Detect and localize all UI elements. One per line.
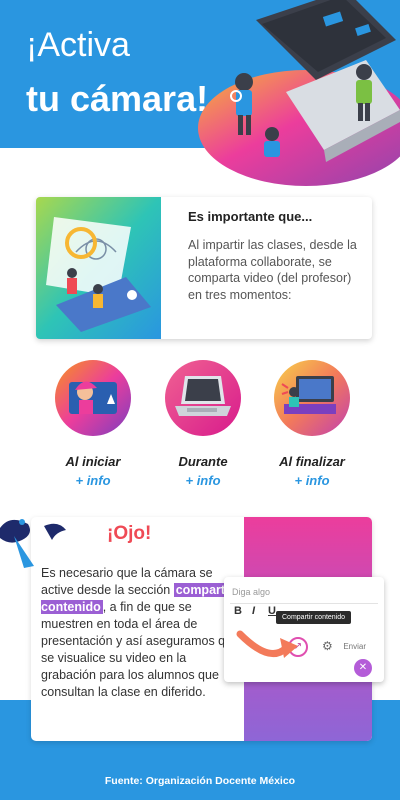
- warning-text-end: , a fin de que se muestren en toda el ár…: [41, 600, 240, 699]
- moment-end: Al finalizar + info: [267, 360, 357, 488]
- warning-title: ¡Ojo!: [107, 523, 152, 544]
- warning-text: Es necesario que la cámara se active des…: [41, 565, 241, 701]
- underline-button[interactable]: U: [268, 605, 276, 617]
- hero-laptop-illustration: [198, 0, 400, 186]
- title-line-1: ¡Activa: [26, 26, 130, 64]
- infographic-page: ¡Activa tu cámara! Es importante que... …: [0, 0, 400, 800]
- close-icon[interactable]: ✕: [354, 659, 372, 677]
- moment-start: Al iniciar + info: [48, 360, 138, 488]
- editor-divider: [230, 603, 378, 604]
- moment-label: Al iniciar: [65, 454, 121, 469]
- intro-heading: Es importante que...: [188, 209, 313, 224]
- more-info-link[interactable]: + info: [48, 473, 138, 488]
- message-input[interactable]: Diga algo: [232, 587, 270, 597]
- finish-icon: [274, 360, 350, 436]
- laptop-icon: [165, 360, 241, 436]
- bold-button[interactable]: B: [234, 605, 242, 617]
- send-button[interactable]: Enviar: [343, 642, 366, 651]
- meeting-illustration: [36, 197, 161, 339]
- more-info-link[interactable]: + info: [158, 473, 248, 488]
- source-footer: Fuente: Organización Docente México: [104, 775, 296, 787]
- moment-during: Durante + info: [158, 360, 248, 488]
- intro-card: Es importante que... Al impartir las cla…: [36, 197, 372, 339]
- teacher-camera-icon: [55, 360, 131, 436]
- pointer-arrow-icon: [236, 630, 298, 658]
- title-line-2: tu cámara!: [26, 78, 209, 119]
- gear-icon[interactable]: ⚙: [322, 639, 333, 653]
- more-info-link[interactable]: + info: [267, 473, 357, 488]
- italic-button[interactable]: I: [252, 605, 255, 617]
- share-content-tooltip: Compartir contenido: [276, 611, 352, 624]
- decorative-blob: [0, 519, 66, 568]
- moment-label: Al finalizar: [279, 454, 345, 469]
- intro-text: Al impartir las clases, desde la platafo…: [188, 238, 357, 302]
- moment-label: Durante: [178, 454, 228, 469]
